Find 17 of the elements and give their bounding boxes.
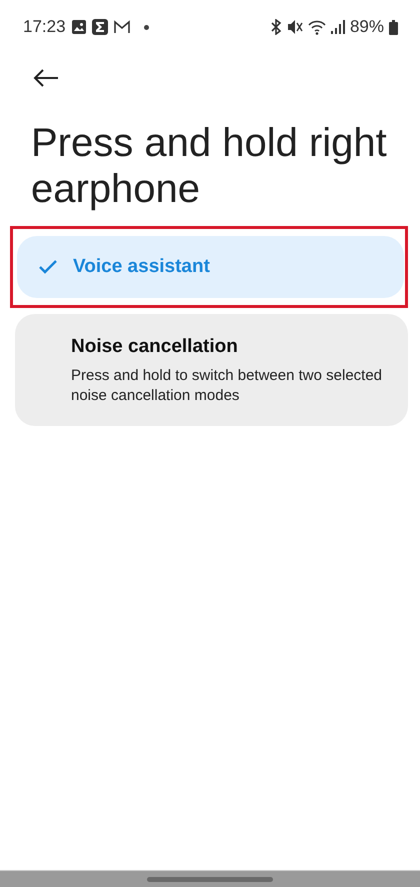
battery-percent: 89% (350, 17, 384, 37)
mute-icon (286, 19, 303, 35)
bluetooth-icon (270, 19, 282, 35)
option-description: Press and hold to switch between two selected noise cancellation modes (71, 366, 384, 406)
option-item[interactable]: Noise cancellation Press and hold to switch between two selected noise cancellation modes (15, 314, 408, 426)
back-icon (33, 69, 59, 87)
mail-icon (114, 20, 130, 34)
check-icon (39, 260, 57, 274)
page-title: Press and hold right earphone (31, 120, 388, 212)
battery-icon (389, 20, 398, 34)
dot-icon (144, 24, 149, 30)
signal-icon (330, 20, 345, 34)
home-handle[interactable] (147, 876, 273, 882)
clock-time: 17:23 (23, 17, 66, 37)
sigma-icon (92, 19, 108, 35)
image-icon (72, 20, 86, 34)
wifi-icon (308, 20, 326, 34)
